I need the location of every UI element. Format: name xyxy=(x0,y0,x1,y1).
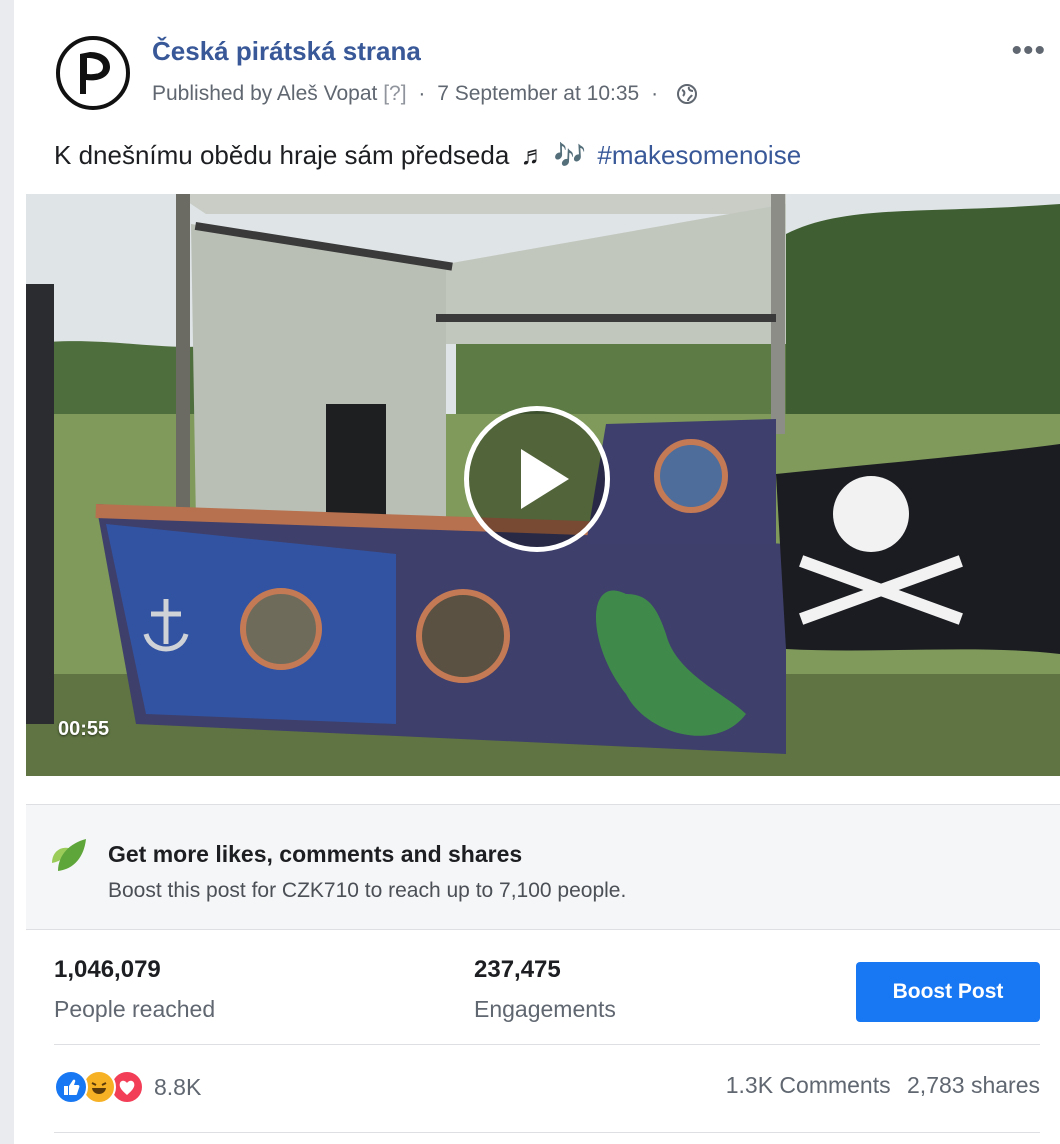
post-message: K dnešnímu obědu hraje sám předseda ♬ 🎶 … xyxy=(54,140,801,171)
engagements-label: Engagements xyxy=(474,996,616,1022)
boost-promo-title: Get more likes, comments and shares xyxy=(108,841,523,867)
music-notes: ♬ 🎶 xyxy=(520,140,587,170)
page-avatar[interactable] xyxy=(56,36,130,110)
reactions-summary[interactable]: 8.8K xyxy=(54,1070,201,1104)
engagements-value: 237,475 xyxy=(474,956,561,983)
post-byline: Published by Aleš Vopat [?] · 7 Septembe… xyxy=(152,82,698,106)
post-message-text: K dnešnímu obědu hraje sám předseda xyxy=(54,140,510,170)
boost-promo-banner[interactable]: Get more likes, comments and shares Boos… xyxy=(26,804,1060,930)
published-by: Published by Aleš Vopat xyxy=(152,82,378,105)
left-rail xyxy=(0,0,14,1144)
leaf-icon xyxy=(52,839,86,871)
people-reached-label: People reached xyxy=(54,996,216,1022)
post-card: Česká pirátská strana Published by Aleš … xyxy=(26,0,1060,1144)
pirate-flag-logo-icon xyxy=(80,52,110,94)
video-duration: 00:55 xyxy=(58,718,110,740)
like-reaction-icon xyxy=(54,1070,88,1104)
hashtag-link[interactable]: #makesomenoise xyxy=(597,140,801,170)
boost-promo-subtitle: Boost this post for CZK710 to reach up t… xyxy=(108,879,627,902)
page-name-link[interactable]: Česká pirátská strana xyxy=(152,36,421,67)
people-reached-value: 1,046,079 xyxy=(54,956,161,983)
post-date-link[interactable]: 7 September at 10:35 xyxy=(437,82,639,105)
divider xyxy=(54,1132,1040,1133)
video-player[interactable]: 00:55 xyxy=(26,194,1060,776)
byline-separator: · xyxy=(651,82,659,105)
play-button[interactable] xyxy=(464,406,610,552)
comments-count-link[interactable]: 1.3K Comments xyxy=(726,1072,891,1098)
divider xyxy=(54,1044,1040,1045)
help-marker[interactable]: [?] xyxy=(383,82,406,105)
engagement-counts: 1.3K Comments 2,783 shares xyxy=(716,1072,1040,1099)
byline-separator: · xyxy=(418,82,426,105)
more-options-icon[interactable]: ••• xyxy=(1011,34,1046,68)
globe-icon[interactable] xyxy=(676,83,698,105)
boost-post-button[interactable]: Boost Post xyxy=(856,962,1040,1022)
play-icon xyxy=(521,449,569,509)
reactions-count: 8.8K xyxy=(154,1073,202,1100)
shares-count-link[interactable]: 2,783 shares xyxy=(907,1072,1040,1098)
